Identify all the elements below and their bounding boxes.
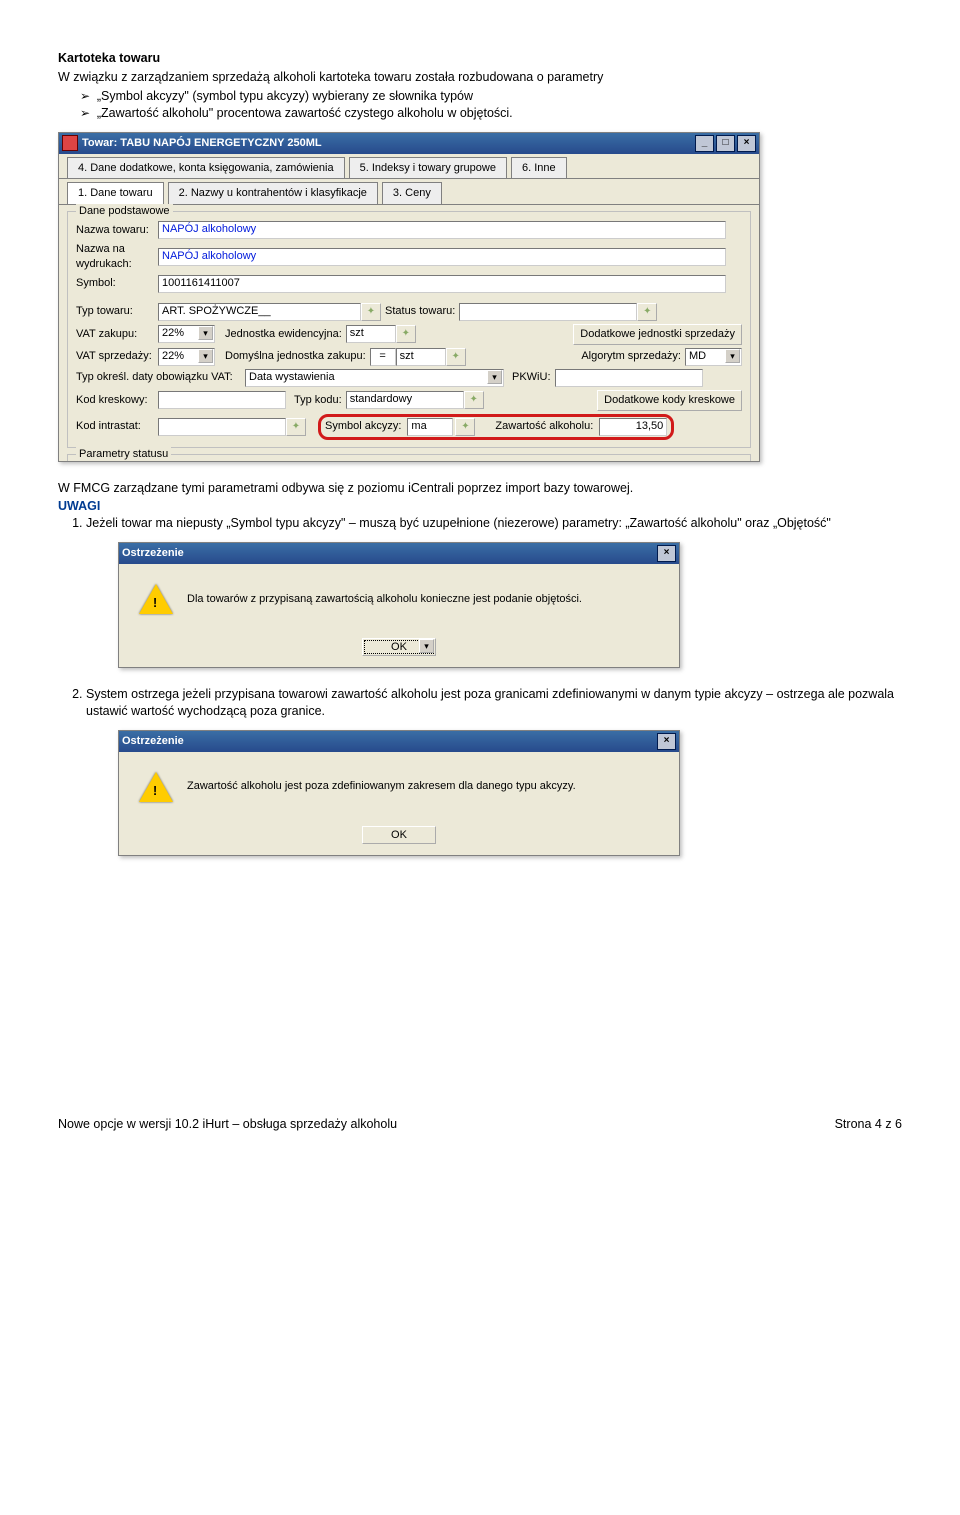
minimize-button[interactable]: _ [695,135,714,152]
nazwa-wydrukach-input[interactable]: NAPÓJ alkoholowy [158,248,726,266]
lookup-button[interactable]: ✦ [286,418,306,436]
intro-para: W związku z zarządzaniem sprzedażą alkoh… [58,69,902,86]
jedn-ewid-input[interactable]: szt [346,325,396,343]
algorytm-select[interactable]: MD [685,348,742,366]
dom-jednostka-input[interactable]: szt [396,348,446,366]
label-zawartosc-alkoholu: Zawartość alkoholu: [495,419,597,434]
warning-message: Dla towarów z przypisaną zawartością alk… [187,592,582,607]
warning-icon: ! [139,770,173,804]
highlighted-fields: Symbol akcyzy: ma ✦ Zawartość alkoholu: … [318,414,674,440]
tab-dane-towaru[interactable]: 1. Dane towaru [67,182,164,204]
lookup-button[interactable]: ✦ [446,348,466,366]
group-parametry-statusu: Parametry statusu [67,454,751,461]
ok-button[interactable]: OK [362,826,436,844]
kod-kreskowy-input[interactable] [158,391,286,409]
label-pkwiu: PKWiU: [512,370,555,385]
window-title: Ostrzeżenie [122,734,184,749]
paragraph: W FMCG zarządzane tymi parametrami odbyw… [58,480,902,497]
nazwa-towaru-input[interactable]: NAPÓJ alkoholowy [158,221,726,239]
lookup-button[interactable]: ✦ [455,418,475,436]
label-vat-zakupu: VAT zakupu: [76,327,158,342]
label-typ-okresl-vat: Typ określ. daty obowiązku VAT: [76,370,245,385]
app-icon [62,135,78,151]
ok-button[interactable]: OK [362,638,436,656]
close-button[interactable]: × [657,733,676,750]
label-dom-jedn-zakupu: Domyślna jednostka zakupu: [225,349,370,364]
symbol-input[interactable]: 1001161411007 [158,275,726,293]
product-form-window: Towar: TABU NAPÓJ ENERGETYCZNY 250ML _ □… [58,132,760,462]
label-symbol-akcyzy: Symbol akcyzy: [325,419,405,434]
tab-ceny[interactable]: 3. Ceny [382,182,442,204]
lookup-button[interactable]: ✦ [637,303,657,321]
label-kod-kreskowy: Kod kreskowy: [76,393,158,408]
tab-nazwy[interactable]: 2. Nazwy u kontrahentów i klasyfikacje [168,182,378,204]
vat-sprzedazy-select[interactable]: 22% [158,348,215,366]
bullet-text: (symbol typu akcyzy) [192,89,309,103]
close-button[interactable]: × [737,135,756,152]
titlebar: Towar: TABU NAPÓJ ENERGETYCZNY 250ML _ □… [59,133,759,154]
notes-heading: UWAGI [58,498,902,515]
label-nazwa-towaru: Nazwa towaru: [76,223,158,238]
footer-left: Nowe opcje w wersji 10.2 iHurt – obsługa… [58,1116,397,1133]
maximize-button[interactable]: □ [716,135,735,152]
warning-dialog: Ostrzeżenie × ! Dla towarów z przypisaną… [118,542,680,668]
eq-input[interactable]: = [370,348,396,366]
bullet-item: „Symbol akcyzy" (symbol typu akcyzy) wyb… [80,88,902,105]
bullet-text: procentowa zawartość czystego alkoholu w… [217,106,513,120]
typ-kodu-input[interactable]: standardowy [346,391,464,409]
pkwiu-input[interactable] [555,369,703,387]
lookup-button[interactable]: ✦ [396,325,416,343]
titlebar: Ostrzeżenie × [119,731,679,752]
label-kod-intrastat: Kod intrastat: [76,419,158,434]
lookup-button[interactable]: ✦ [361,303,381,321]
bullet-item: „Zawartość alkoholu" procentowa zawartoś… [80,105,902,122]
symbol-akcyzy-input[interactable]: ma [407,418,453,436]
note-item: Jeżeli towar ma niepusty „Symbol typu ak… [86,515,902,532]
section-heading: Kartoteka towaru [58,50,902,67]
group-legend: Parametry statusu [76,447,171,462]
lookup-button[interactable]: ✦ [464,391,484,409]
label-status-towaru: Status towaru: [385,304,459,319]
label-nazwa-wydrukach: Nazwa na wydrukach: [76,242,158,272]
warning-icon: ! [139,582,173,616]
typ-towaru-input[interactable]: ART. SPOŻYWCZE__ [158,303,361,321]
dodatkowe-jednostki-button[interactable]: Dodatkowe jednostki sprzedaży [573,324,742,345]
typ-okresl-vat-select[interactable]: Data wystawienia [245,369,504,387]
label-algorytm: Algorytm sprzedaży: [581,349,685,364]
window-title: Ostrzeżenie [122,546,184,561]
warning-message: Zawartość alkoholu jest poza zdefiniowan… [187,779,576,794]
label-vat-sprzedazy: VAT sprzedaży: [76,349,158,364]
tab-dane-dodatkowe[interactable]: 4. Dane dodatkowe, konta księgowania, za… [67,157,345,179]
bullet-bold: „Zawartość alkoholu" [97,106,213,120]
label-jedn-ewid: Jednostka ewidencyjna: [225,327,346,342]
tab-indeksy[interactable]: 5. Indeksy i towary grupowe [349,157,507,179]
status-towaru-input[interactable] [459,303,637,321]
titlebar: Ostrzeżenie × [119,543,679,564]
bullet-bold: „Symbol akcyzy" [97,89,189,103]
tab-inne[interactable]: 6. Inne [511,157,567,179]
window-title: Towar: TABU NAPÓJ ENERGETYCZNY 250ML [82,136,322,151]
label-symbol: Symbol: [76,276,158,291]
label-typ-kodu: Typ kodu: [294,393,346,408]
vat-zakupu-select[interactable]: 22% [158,325,215,343]
label-typ-towaru: Typ towaru: [76,304,158,319]
zawartosc-alkoholu-input[interactable]: 13,50 [599,418,667,436]
close-button[interactable]: × [657,545,676,562]
group-legend: Dane podstawowe [76,204,173,219]
dodatkowe-kody-button[interactable]: Dodatkowe kody kreskowe [597,390,742,411]
note-item: System ostrzega jeżeli przypisana towaro… [86,686,902,720]
bullet-text: wybierany ze słownika typów [313,89,474,103]
footer-right: Strona 4 z 6 [835,1116,902,1133]
kod-intrastat-input[interactable] [158,418,286,436]
group-dane-podstawowe: Dane podstawowe Nazwa towaru: NAPÓJ alko… [67,211,751,447]
warning-dialog: Ostrzeżenie × ! Zawartość alkoholu jest … [118,730,680,856]
